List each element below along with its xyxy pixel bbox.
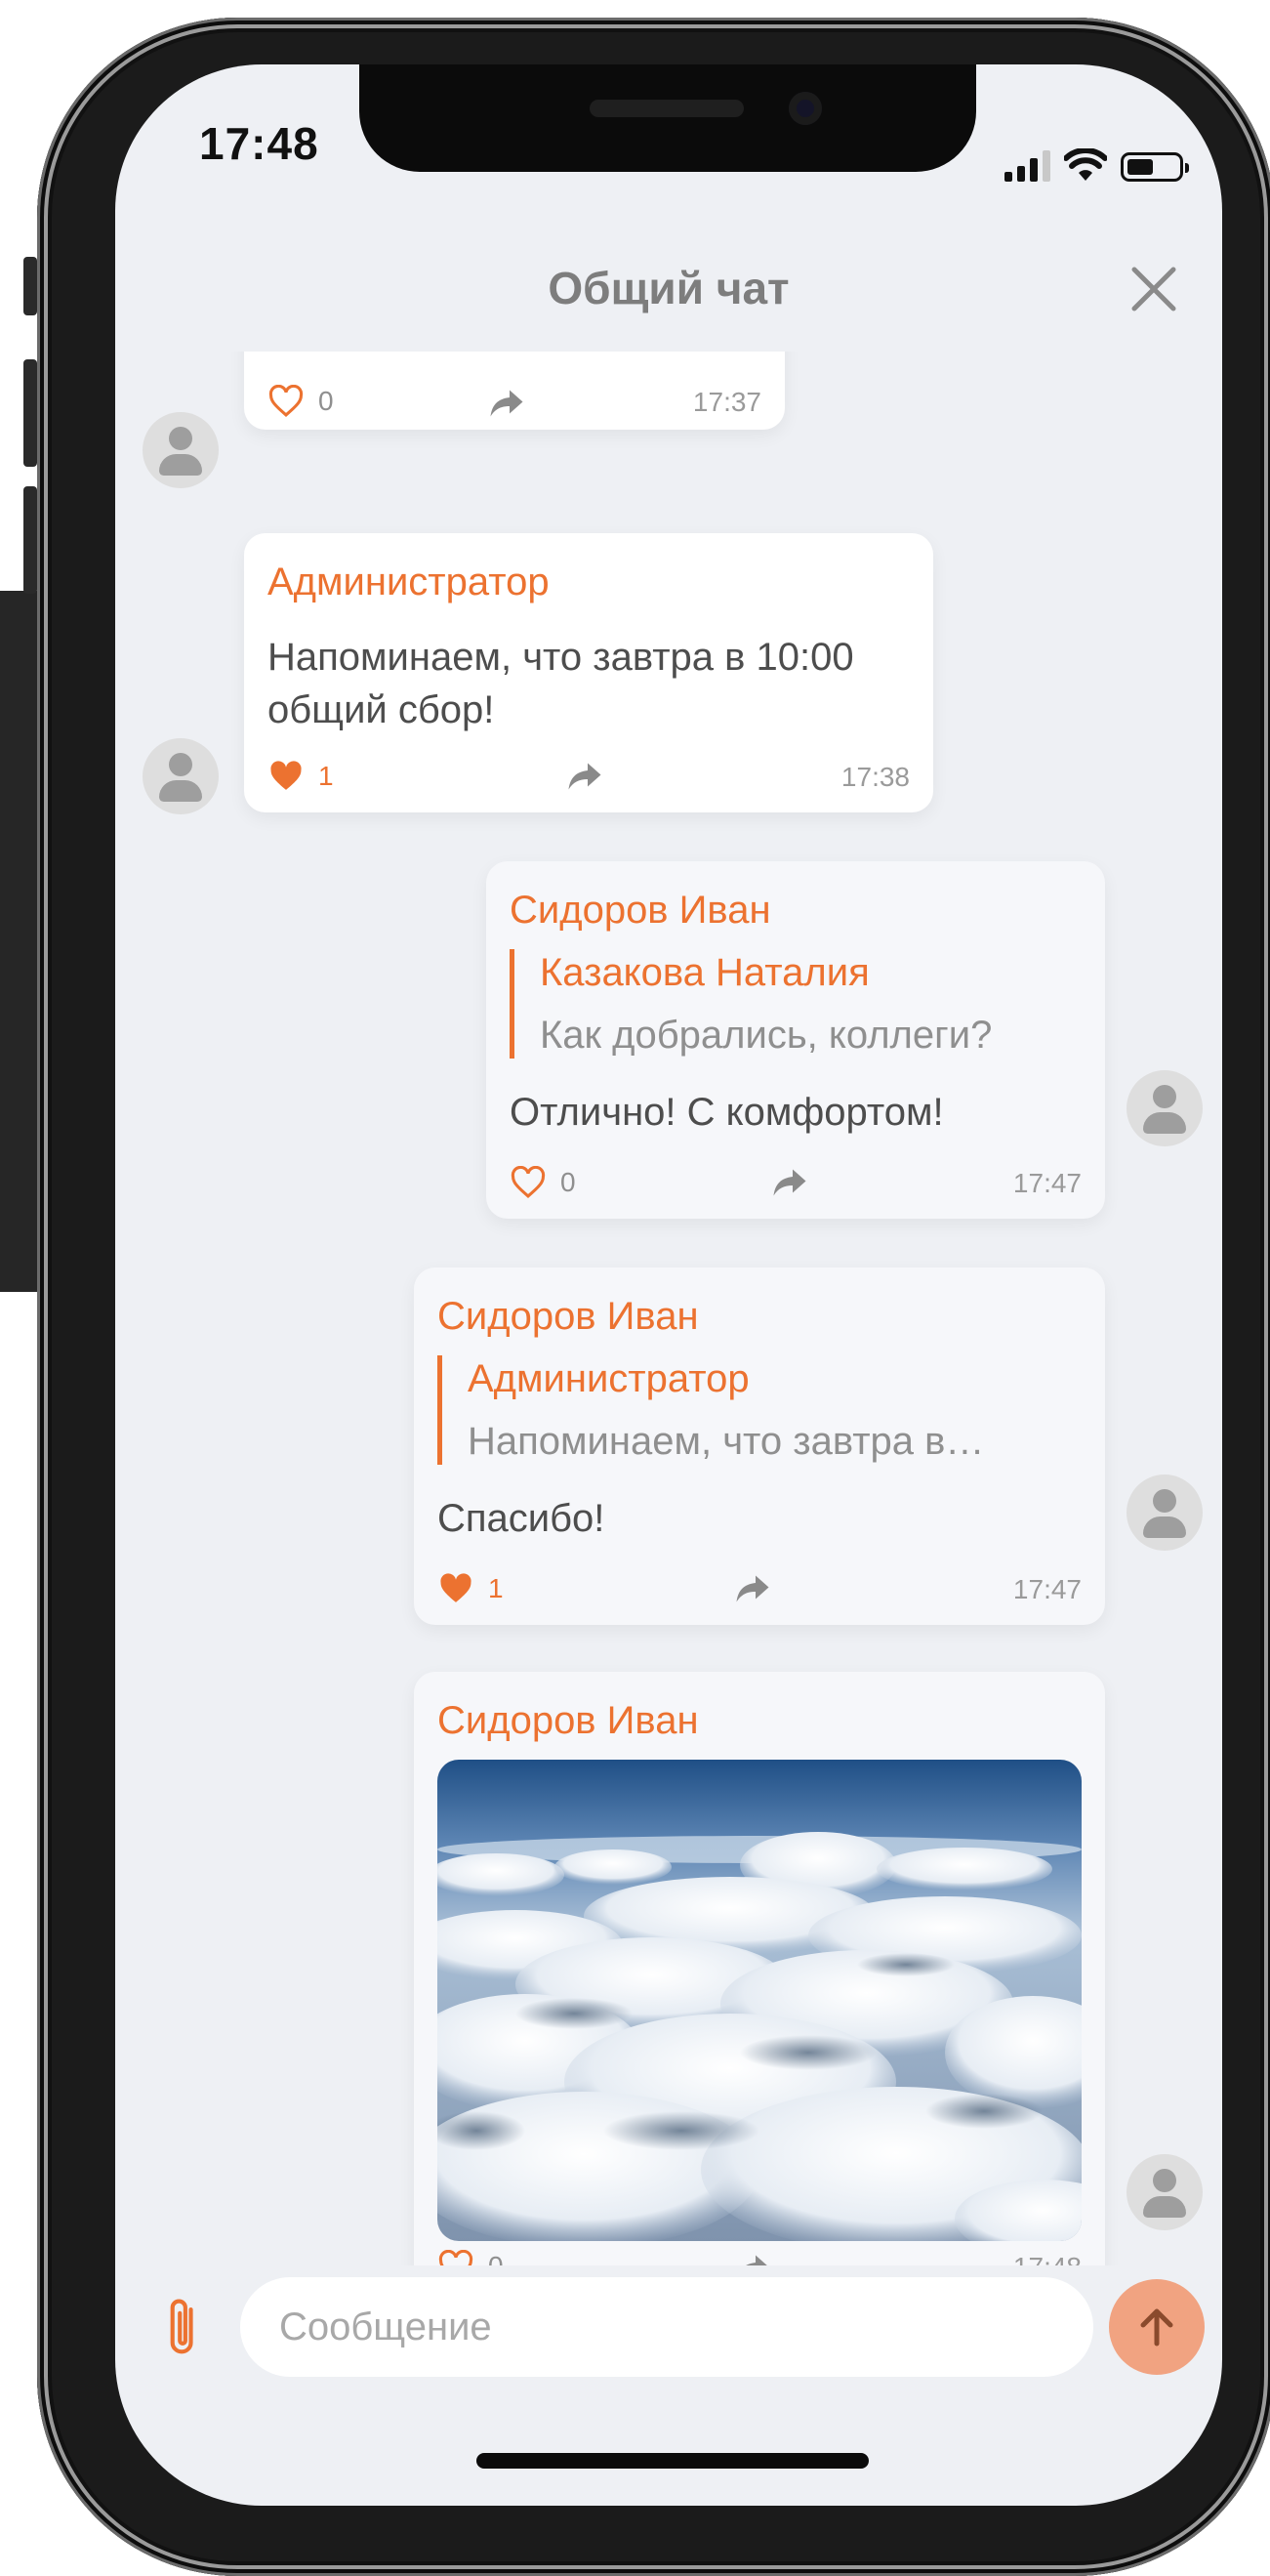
like-button[interactable]: 1: [437, 1572, 504, 1605]
message-time: 17:38: [840, 762, 910, 792]
heart-outline-icon: [438, 2250, 473, 2265]
quote-text: Как добрались, коллеги?: [540, 1014, 993, 1057]
reply-quote[interactable]: Казакова Наталия Как добрались, коллеги?: [510, 949, 992, 1059]
message-bubble: Администратор Напоминаем, что завтра в 1…: [244, 533, 933, 812]
message-bubble: Сидоров Иван: [414, 1672, 1105, 2265]
wifi-icon: [1064, 148, 1107, 181]
clouds-photo[interactable]: [437, 1760, 1082, 2241]
volume-down-button: [23, 486, 37, 594]
send-button[interactable]: [1109, 2279, 1205, 2375]
like-button[interactable]: 1: [267, 760, 334, 793]
message-input[interactable]: [240, 2277, 1093, 2377]
avatar: [1127, 2154, 1203, 2230]
message-bubble: Сидоров Иван Администратор Напоминаем, ч…: [414, 1267, 1105, 1625]
battery-icon: [1121, 152, 1189, 182]
notch: [359, 64, 976, 172]
arrow-up-icon: [1140, 2308, 1173, 2347]
like-count: 0: [318, 386, 334, 416]
heart-outline-icon: [268, 385, 304, 417]
status-icons: [1004, 143, 1189, 182]
sender-name: Администратор: [267, 561, 550, 603]
avatar: [1127, 1070, 1203, 1146]
like-button[interactable]: 0: [437, 2250, 504, 2265]
quote-author: Казакова Наталия: [540, 951, 870, 994]
message-time: 17:48: [1013, 2252, 1082, 2265]
message-time: 17:47: [1012, 1168, 1082, 1198]
share-icon[interactable]: [734, 1574, 771, 1603]
like-count: 0: [560, 1167, 576, 1197]
like-button[interactable]: 0: [510, 1166, 576, 1199]
message-bubble: 0 17:37: [244, 352, 785, 430]
sender-name: Сидоров Иван: [437, 1295, 699, 1338]
message-time: 17:37: [692, 387, 761, 417]
quote-text: Напоминаем, что завтра в…: [468, 1420, 985, 1463]
status-time: 17:48: [199, 118, 319, 169]
sender-name: Сидоров Иван: [437, 1699, 699, 1742]
signal-icon: [1004, 150, 1050, 182]
share-icon[interactable]: [734, 2254, 771, 2265]
like-button[interactable]: 0: [267, 385, 334, 418]
message-time: 17:47: [1012, 1574, 1082, 1604]
heart-outline-icon: [511, 1166, 546, 1198]
reply-quote[interactable]: Администратор Напоминаем, что завтра в…: [437, 1355, 984, 1465]
sender-name: Сидоров Иван: [510, 889, 771, 932]
message-list[interactable]: 0 17:37 Администратор Напоминаем, что за…: [115, 352, 1222, 2265]
like-count: 1: [488, 1573, 504, 1603]
quote-author: Администратор: [468, 1357, 750, 1400]
avatar: [143, 738, 219, 814]
heart-filled-icon: [270, 761, 302, 790]
avatar: [1127, 1475, 1203, 1551]
share-icon[interactable]: [771, 1168, 808, 1197]
paperclip-icon[interactable]: [164, 2295, 203, 2357]
close-icon[interactable]: [1125, 260, 1183, 318]
share-icon[interactable]: [488, 389, 525, 418]
mute-switch: [23, 257, 37, 315]
front-camera: [789, 92, 822, 125]
share-icon[interactable]: [566, 762, 603, 791]
like-count: 1: [318, 761, 334, 791]
avatar: [143, 412, 219, 488]
message-text: Напоминаем, что завтра в 10:00 общий сбо…: [267, 636, 854, 731]
speaker-grille: [590, 100, 744, 117]
chat-title: Общий чат: [548, 263, 790, 313]
message-bubble: Сидоров Иван Казакова Наталия Как добрал…: [486, 861, 1105, 1219]
home-indicator: [476, 2453, 869, 2469]
message-text: Спасибо!: [437, 1497, 605, 1540]
volume-up-button: [23, 359, 37, 467]
phone-screen: 17:48 Общий чат 0 17:37 Администратор На…: [115, 64, 1222, 2506]
message-text: Отлично! С комфортом!: [510, 1091, 944, 1134]
like-count: 0: [488, 2251, 504, 2265]
heart-filled-icon: [440, 1573, 471, 1602]
